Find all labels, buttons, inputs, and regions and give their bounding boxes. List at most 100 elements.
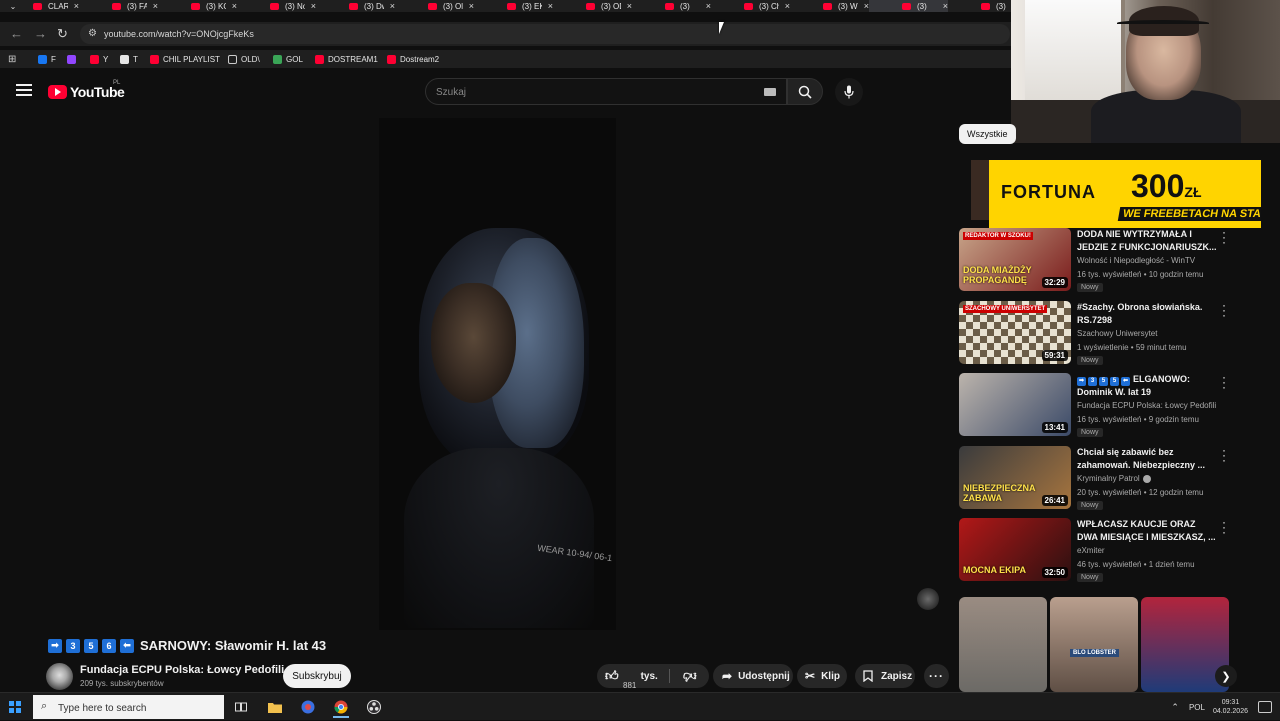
taskbar-search-input[interactable] (58, 701, 218, 715)
site-info-icon[interactable]: ⚙ (88, 28, 97, 39)
task-view-icon[interactable] (228, 696, 254, 718)
recommendation-channel[interactable]: Szachowy Uniwersytet (1077, 329, 1157, 338)
like-count-number: 881 (623, 681, 637, 690)
subscribe-button[interactable]: Subskrybuj (283, 664, 351, 688)
recommendation-item[interactable]: REDAKTOR W SZOKU! DODA MIAŻDŻY PROPAGANDĘ… (959, 226, 1259, 294)
recommendation-item[interactable]: NIEBEZPIECZNA ZABAWA 26:41 Chciał się zaba… (959, 444, 1259, 512)
bookmark-item[interactable]: GOL (273, 53, 303, 65)
short-thumbnail[interactable] (959, 597, 1047, 692)
browser-tab[interactable]: (3) Now× (237, 0, 316, 12)
kebab-menu-icon[interactable]: · · · (1221, 371, 1227, 393)
bookmark-item[interactable] (67, 53, 80, 65)
bookmark-item[interactable]: CHIL PLAYLIST (150, 53, 220, 65)
forward-button-icon[interactable]: → (34, 26, 47, 41)
bookmark-favicon-icon (90, 54, 99, 64)
share-button[interactable]: ➦ Udostępnij (713, 664, 793, 688)
browser-tab[interactable]: (3)× (869, 0, 948, 12)
url-text[interactable]: youtube.com/watch?v=ONOjcgFkeKs (104, 29, 254, 39)
recommendation-thumbnail[interactable]: 13:41 (959, 373, 1071, 436)
thumbnail-sticker-text: REDAKTOR W SZOKU! (963, 232, 1033, 240)
browser-tab[interactable]: (3) Dwor× (316, 0, 395, 12)
video-player[interactable]: WEAR 10-94/ 06-1 (379, 118, 616, 630)
recommendation-thumbnail[interactable]: SZACHOWY UNIWERSYTET 59:31 (959, 301, 1071, 364)
kebab-menu-icon[interactable]: · · · (1221, 516, 1227, 538)
taskbar-search-box[interactable]: ⌕ (33, 695, 224, 719)
obs-icon[interactable] (361, 696, 387, 718)
apps-grid-icon[interactable]: ⊞ (8, 53, 16, 65)
recommendation-channel[interactable]: eXmiter (1077, 546, 1105, 555)
voice-search-button[interactable] (835, 78, 863, 106)
fortuna-ad-banner[interactable]: FORTUNA 300ZŁ WE FREEBETACH NA START (989, 160, 1261, 228)
search-button[interactable] (787, 78, 823, 105)
recommendation-title[interactable]: WPŁACASZ KAUCJE ORAZ DWA MIESIĄCE I MIES… (1077, 518, 1217, 544)
browser-tab-title: (3) Old F (443, 1, 463, 11)
kebab-menu-icon[interactable]: · · · (1221, 299, 1227, 321)
browser-tab[interactable]: CLAR × (0, 0, 79, 12)
recommendation-meta: 46 tys. wyświetleń • 1 dzień temu (1077, 560, 1195, 569)
hamburger-menu-icon[interactable] (16, 84, 32, 98)
channel-avatar[interactable] (46, 663, 73, 690)
kebab-menu-icon[interactable]: · · · (1221, 226, 1227, 248)
channel-name[interactable]: Fundacja ECPU Polska: Łowcy Pedofili (80, 664, 284, 676)
browser-tab[interactable]: (3) FATAL× (79, 0, 158, 12)
like-dislike-group: 👍︎ tys. 👍︎ (597, 664, 709, 688)
browser-tab[interactable]: (3) EKIP× (474, 0, 553, 12)
back-button-icon[interactable]: ← (10, 26, 23, 41)
bookmark-item[interactable]: DOSTREAM1 (315, 53, 378, 65)
ad-brand: FORTUNA (1001, 182, 1096, 202)
bookmark-item[interactable]: OLD\ (228, 53, 260, 65)
kebab-menu-icon[interactable]: · · · (1221, 444, 1227, 466)
bookmark-item[interactable]: Dostream2 (387, 53, 439, 65)
channel-watermark-icon[interactable] (917, 588, 939, 610)
youtube-favicon-icon (981, 2, 990, 10)
recommendation-channel[interactable]: Fundacja ECPU Polska: Łowcy Pedofili (1077, 401, 1216, 410)
clock-time: 09:31 (1221, 699, 1240, 706)
recommendation-thumbnail[interactable]: REDAKTOR W SZOKU! DODA MIAŻDŻY PROPAGANDĘ… (959, 228, 1071, 291)
dislike-button[interactable]: 👍︎ (671, 664, 709, 688)
language-indicator[interactable]: POL (1189, 703, 1205, 712)
keyboard-icon[interactable] (764, 88, 776, 96)
recommendation-item[interactable]: 13:41 ➡ 3 5 5 ⬅ ELGANOWO: Dominik W. lat 19 Fun… (959, 371, 1259, 439)
browser-tab[interactable]: (3) ODW× (553, 0, 632, 12)
recommendation-title[interactable]: #Szachy. Obrona słowiańska. RS.7298 (1077, 301, 1217, 327)
browser-tab[interactable]: (3) KOŃ× (158, 0, 237, 12)
recommendation-title[interactable]: Chciał się zabawić bez zahamowań. Niebez… (1077, 446, 1217, 472)
browser-tab[interactable]: (3) Old F× (395, 0, 474, 12)
recommendation-item[interactable]: MOCNA EKIPA 32:50 WPŁACASZ KAUCJE ORAZ DWA… (959, 516, 1259, 584)
search-input[interactable] (436, 84, 756, 100)
bookmark-item[interactable]: F (38, 53, 56, 65)
recommendation-item[interactable]: SZACHOWY UNIWERSYTET 59:31 #Szachy. Obrona… (959, 299, 1259, 367)
clip-button[interactable]: ✂ Klip (797, 664, 847, 688)
address-bar[interactable]: ⚙ youtube.com/watch?v=ONOjcgFkeKs (80, 24, 1010, 44)
more-actions-button[interactable]: ··· (924, 664, 949, 688)
folder-icon (228, 54, 237, 64)
tray-chevron-up-icon[interactable]: ⌃ (1171, 702, 1179, 713)
chevron-right-icon[interactable]: ❯ (1215, 665, 1237, 687)
chrome-icon[interactable] (328, 696, 354, 718)
recommendation-title[interactable]: DODA NIE WYTRZYMAŁA I JEDZIE Z FUNKCJONA… (1077, 228, 1217, 254)
youtube-logo[interactable]: YouTube PL (48, 80, 125, 100)
clock[interactable]: 09:31 04.02.2026 (1213, 698, 1248, 716)
browser-tab[interactable]: (3)× (632, 0, 711, 12)
bookmark-icon (863, 670, 873, 682)
short-thumbnail[interactable]: BLO LOBSTER (1050, 597, 1138, 692)
reload-button-icon[interactable]: ↻ (57, 26, 68, 42)
number-badge: 5 (84, 638, 98, 653)
chip-all[interactable]: Wszystkie (959, 124, 1016, 144)
bookmark-item[interactable]: Y (90, 53, 108, 65)
browser-tab[interactable]: (3) WYCI× (790, 0, 869, 12)
save-button[interactable]: Zapisz (855, 664, 915, 688)
recommendation-channel[interactable]: Wolność i Niepodległość - WinTV (1077, 256, 1195, 265)
file-explorer-icon[interactable] (262, 696, 288, 718)
recommendation-thumbnail[interactable]: MOCNA EKIPA 32:50 (959, 518, 1071, 581)
browser-tab[interactable]: (3) Chci× (711, 0, 790, 12)
recommendation-channel-name: Szachowy Uniwersytet (1077, 329, 1158, 338)
recommendation-thumbnail[interactable]: NIEBEZPIECZNA ZABAWA 26:41 (959, 446, 1071, 509)
recommendation-title[interactable]: ➡ 3 5 5 ⬅ ELGANOWO: Dominik W. lat 19 (1077, 373, 1217, 399)
bookmark-item[interactable]: T (120, 53, 138, 65)
browser-tab[interactable]: (3)× (948, 0, 1012, 12)
recommendation-channel[interactable]: Kryminalny Patrol (1077, 474, 1151, 483)
windows-start-icon[interactable] (9, 701, 21, 713)
notification-icon[interactable] (1258, 701, 1272, 713)
app-icon-blue[interactable] (295, 696, 321, 718)
